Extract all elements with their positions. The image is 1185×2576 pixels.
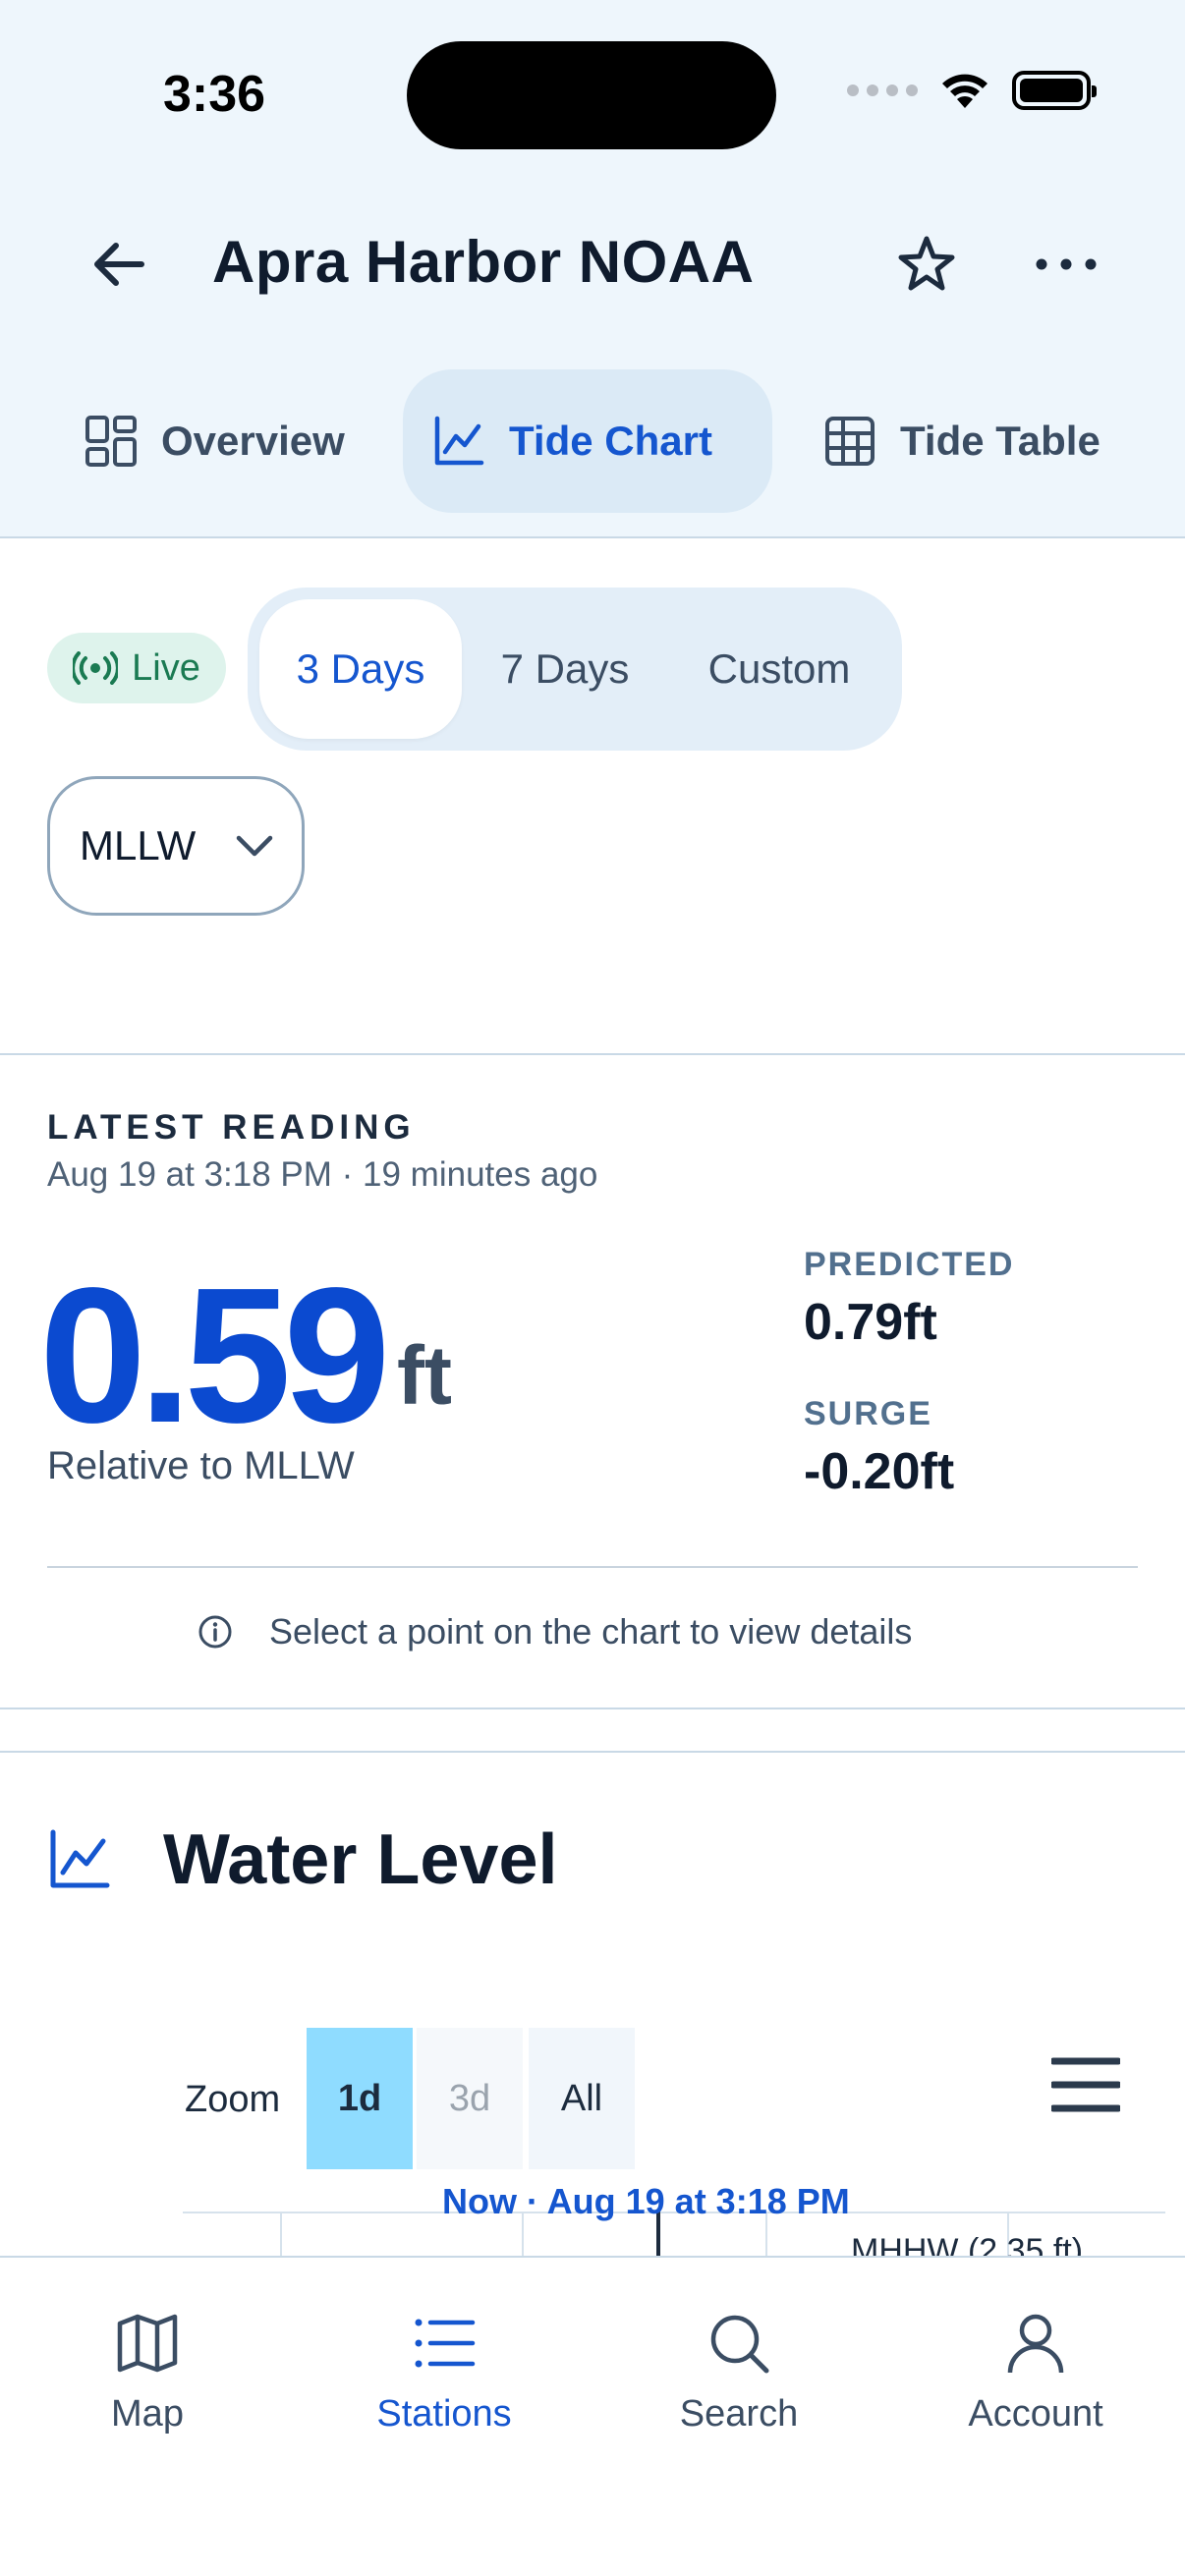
tab-tide-chart[interactable]: Tide Chart [403,369,772,513]
more-options-button[interactable] [1032,230,1100,299]
surge-value: -0.20ft [804,1443,955,1500]
nav-map-label: Map [111,2393,184,2435]
chart-hint: Select a point on the chart to view deta… [197,1611,912,1652]
tab-tide-table[interactable]: Tide Table [794,369,1167,513]
cellular-signal-icon [847,84,918,96]
latest-reading-heading: LATEST READING [47,1108,416,1147]
nav-map[interactable]: Map [20,2311,275,2436]
search-icon [710,2315,769,2374]
range-selector: 3 Days 7 Days Custom [248,588,902,751]
favorite-button[interactable] [892,230,961,299]
latest-reading-time: Aug 19 at 3:18 PM · 19 minutes ago [47,1155,598,1194]
nav-search[interactable]: Search [611,2311,867,2436]
status-icons [847,71,1097,110]
section-divider [0,1053,1185,1055]
broadcast-icon [73,651,119,685]
status-time: 3:36 [163,66,266,123]
zoom-all-button[interactable]: All [529,2028,635,2169]
section-divider [0,1708,1185,1709]
tab-tide-table-label: Tide Table [900,418,1100,464]
nav-stations[interactable]: Stations [316,2311,572,2436]
range-7-days[interactable]: 7 Days [462,599,668,739]
live-badge[interactable]: Live [47,633,226,703]
list-icon [415,2319,476,2368]
section-divider [0,1751,1185,1753]
menu-icon [1049,2057,1122,2112]
latest-reading-datum: Relative to MLLW [47,1444,355,1487]
arrow-left-icon [94,243,144,286]
chart-hint-text: Select a point on the chart to view deta… [269,1611,913,1652]
zoom-1d-button[interactable]: 1d [307,2028,413,2169]
water-level-title: Water Level [163,1820,558,1899]
latest-reading-value: 0.59 [39,1248,390,1463]
map-icon [117,2314,178,2373]
grid-icon [85,416,137,467]
range-custom[interactable]: Custom [668,599,890,739]
back-button[interactable] [85,230,153,299]
now-marker-label: Now · Aug 19 at 3:18 PM [442,2181,850,2221]
live-label: Live [132,646,200,689]
datum-value: MLLW [80,822,197,868]
tab-overview[interactable]: Overview [63,369,397,513]
surge-label: SURGE [804,1395,932,1432]
nav-account[interactable]: Account [908,2311,1163,2436]
table-icon [825,417,875,466]
chevron-down-icon [236,835,273,857]
zoom-3d-button[interactable]: 3d [417,2028,523,2169]
more-horizontal-icon [1036,258,1097,270]
latest-reading-unit: ft [397,1329,452,1422]
bottom-navigation: Map Stations Search Account [0,2256,1185,2576]
star-icon [898,236,955,291]
predicted-value: 0.79ft [804,1294,937,1351]
datum-select[interactable]: MLLW [47,776,305,916]
nav-stations-label: Stations [376,2393,512,2435]
predicted-label: PREDICTED [804,1246,1015,1283]
page-title: Apra Harbor NOAA [212,229,755,295]
line-chart-icon [50,1829,110,1888]
nav-account-label: Account [968,2393,1103,2435]
battery-icon [1012,71,1097,110]
zoom-label: Zoom [185,2079,281,2120]
line-chart-icon [434,416,484,466]
range-3-days[interactable]: 3 Days [259,599,462,739]
nav-search-label: Search [679,2393,799,2435]
user-icon [1007,2314,1064,2374]
chart-menu-button[interactable] [1049,2055,1122,2114]
tab-tide-chart-label: Tide Chart [509,418,712,464]
reading-divider [47,1566,1138,1568]
tab-overview-label: Overview [161,418,345,464]
dynamic-island [407,41,776,149]
info-icon [198,1615,232,1649]
station-tabs: Overview Tide Chart Tide Table [63,369,1144,513]
wifi-icon [942,74,988,108]
